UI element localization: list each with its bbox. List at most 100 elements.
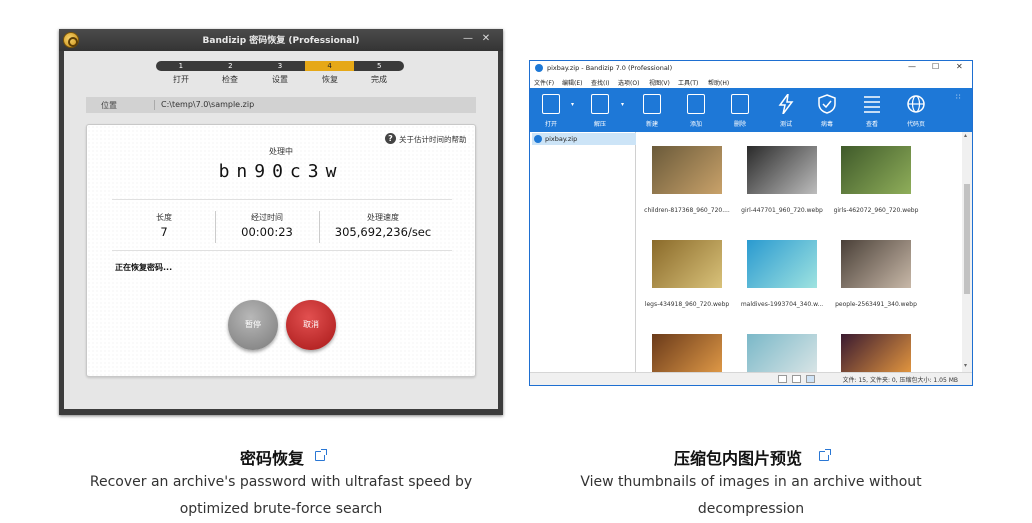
thumbnail-filename: people-2563491_340.webp xyxy=(835,301,917,308)
view-list-icon[interactable] xyxy=(792,375,801,383)
extract-icon xyxy=(591,94,609,114)
toolbar-add[interactable]: 添加 xyxy=(677,88,715,132)
toolbar-open[interactable]: 打开 xyxy=(532,88,570,132)
toolbar-view[interactable]: 查看 xyxy=(853,88,891,132)
thumbnail-filename: children-817368_960_720.... xyxy=(644,207,730,214)
window-title: pixbay.zip - Bandizip 7.0 (Professional) xyxy=(547,64,673,72)
thumbnail-image[interactable] xyxy=(841,334,911,372)
thumbnail-filename: legs-434918_960_720.webp xyxy=(644,301,730,308)
chevron-down-icon[interactable]: ▾ xyxy=(571,101,574,108)
toolbar-label: 打开 xyxy=(544,121,557,128)
toolbar-delete[interactable]: 删除 xyxy=(721,88,759,132)
caption-title-image-preview[interactable]: 压缩包内图片预览 xyxy=(674,445,802,469)
location-label: 位置 xyxy=(101,101,117,110)
menu-bar: 文件(F) 编辑(E) 查找(I) 选项(O) 视图(V) 工具(T) 帮助(H… xyxy=(530,76,972,88)
thumbnail-image[interactable] xyxy=(747,240,817,288)
password-recovery-screenshot: Bandizip 密码恢复 (Professional) — ✕ 1 2 3 4… xyxy=(59,29,503,415)
tree-item-archive[interactable]: pixbay.zip xyxy=(532,133,636,145)
step-label-check: 检查 xyxy=(222,75,238,84)
toolbar-virus[interactable]: 病毒 xyxy=(808,88,846,132)
thumbnail-image[interactable] xyxy=(747,146,817,194)
step-progress-bar: 1 2 3 4 5 xyxy=(156,61,404,71)
elapsed-time-label: 经过时间 xyxy=(251,213,283,222)
thumbnail-filename: girl-447701_960_720.webp xyxy=(741,207,823,214)
toolbar-extract[interactable]: 解压 xyxy=(581,88,619,132)
location-divider xyxy=(154,100,155,110)
toolbar-label: 病毒 xyxy=(820,121,833,128)
divider xyxy=(112,250,452,251)
menu-tools[interactable]: 工具(T) xyxy=(678,78,698,87)
list-view-icon xyxy=(863,94,881,114)
recovery-panel: ? 关于估计时间的帮助 处理中 bn90c3w 长度 7 经过时间 00:00:… xyxy=(86,124,476,377)
menu-find[interactable]: 查找(I) xyxy=(591,78,609,87)
toolbar-label: 新建 xyxy=(645,121,658,128)
archive-status: 文件: 15, 文件夹: 0, 压缩包大小: 1.05 MB xyxy=(842,377,958,384)
help-link[interactable]: 关于估计时间的帮助 xyxy=(399,134,467,145)
external-link-icon[interactable] xyxy=(315,449,327,461)
tree-item-label: pixbay.zip xyxy=(545,135,578,143)
shield-icon xyxy=(818,94,836,114)
length-label: 长度 xyxy=(156,213,172,222)
folder-tree: pixbay.zip xyxy=(530,132,636,372)
step-3: 3 xyxy=(277,62,283,70)
caption-description-password-recovery: Recover an archive's password with ultra… xyxy=(89,474,473,517)
toolbar-label: 添加 xyxy=(689,121,702,128)
external-link-icon[interactable] xyxy=(819,449,831,461)
thumbnail-image[interactable] xyxy=(652,146,722,194)
archive-icon xyxy=(534,135,542,143)
menu-help[interactable]: 帮助(H) xyxy=(708,78,729,87)
chevron-down-icon[interactable]: ▾ xyxy=(621,101,624,108)
elapsed-time-value: 00:00:23 xyxy=(241,225,293,239)
image-preview-screenshot: pixbay.zip - Bandizip 7.0 (Professional)… xyxy=(529,60,973,386)
pause-button[interactable]: 暂停 xyxy=(228,300,278,350)
vertical-scrollbar[interactable]: ▴ ▾ xyxy=(962,132,972,372)
view-details-icon[interactable] xyxy=(778,375,787,383)
new-archive-icon xyxy=(643,94,661,114)
speed-label: 处理速度 xyxy=(367,213,399,222)
current-password: bn90c3w xyxy=(218,161,344,182)
minimize-icon[interactable]: — xyxy=(461,33,475,45)
step-label-settings: 设置 xyxy=(272,75,288,84)
menu-file[interactable]: 文件(F) xyxy=(534,78,554,87)
toolbar-label: 删除 xyxy=(733,121,746,128)
toolbar-new[interactable]: 新建 xyxy=(633,88,671,132)
thumbnail-image[interactable] xyxy=(652,240,722,288)
maximize-icon[interactable]: ☐ xyxy=(932,62,939,71)
cancel-button[interactable]: 取消 xyxy=(286,300,336,350)
caption-description-image-preview: View thumbnails of images in an archive … xyxy=(580,474,922,517)
toolbar-label: 查看 xyxy=(865,121,878,128)
close-icon[interactable]: ✕ xyxy=(479,33,493,45)
help-icon[interactable]: ? xyxy=(385,133,396,144)
toolbar: 打开 ▾ 解压 ▾ 新建 添加 删除 测试 病毒 查看 代码页 ∷ xyxy=(530,88,972,132)
step-label-recover: 恢复 xyxy=(322,75,338,84)
menu-view[interactable]: 视图(V) xyxy=(649,78,670,87)
step-label-open: 打开 xyxy=(173,75,189,84)
thumbnail-image[interactable] xyxy=(747,334,817,372)
step-4-active: 4 xyxy=(304,61,355,71)
menu-options[interactable]: 选项(O) xyxy=(618,78,639,87)
scroll-down-icon[interactable]: ▾ xyxy=(964,362,967,369)
window-title: Bandizip 密码恢复 (Professional) xyxy=(202,36,360,46)
toolbar-codepage[interactable]: 代码页 xyxy=(897,88,935,132)
scroll-up-icon[interactable]: ▴ xyxy=(964,132,967,139)
grid-menu-icon[interactable]: ∷ xyxy=(956,93,960,101)
recovering-status: 正在恢复密码... xyxy=(115,263,173,272)
divider xyxy=(112,199,452,200)
thumbnail-filename: girls-462072_960_720.webp xyxy=(833,207,919,214)
thumbnail-image[interactable] xyxy=(652,334,722,372)
location-path: C:\temp\7.0\sample.zip xyxy=(161,100,255,109)
menu-edit[interactable]: 编辑(E) xyxy=(562,78,582,87)
location-bar: 位置 C:\temp\7.0\sample.zip xyxy=(86,97,476,113)
toolbar-test[interactable]: 测试 xyxy=(767,88,805,132)
thumbnail-grid: children-817368_960_720.... girl-447701_… xyxy=(637,132,962,372)
close-icon[interactable]: ✕ xyxy=(956,62,963,71)
minimize-icon[interactable]: — xyxy=(908,62,916,71)
scrollbar-thumb[interactable] xyxy=(964,184,970,294)
add-file-icon xyxy=(687,94,705,114)
view-thumbnails-icon[interactable] xyxy=(806,375,815,383)
step-label-finish: 完成 xyxy=(371,75,387,84)
delete-file-icon xyxy=(731,94,749,114)
thumbnail-image[interactable] xyxy=(841,240,911,288)
caption-title-password-recovery[interactable]: 密码恢复 xyxy=(240,445,304,469)
thumbnail-image[interactable] xyxy=(841,146,911,194)
